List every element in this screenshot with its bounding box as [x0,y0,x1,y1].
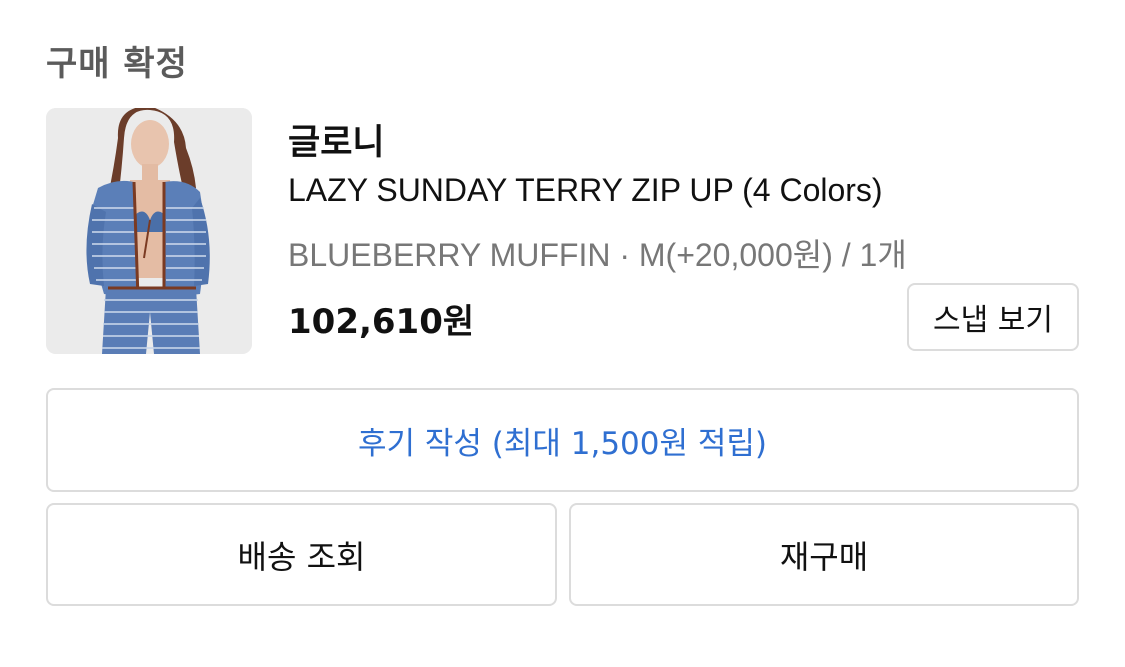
snap-view-label: 스냅 보기 [933,303,1053,338]
snap-view-button[interactable]: 스냅 보기 [907,283,1079,351]
product-price: 102,610원 [288,302,475,342]
track-delivery-label: 배송 조회 [237,537,366,576]
product-image[interactable] [46,108,252,354]
write-review-button[interactable]: 후기 작성 (최대 1,500원 적립) [46,388,1079,492]
product-photo-icon [46,108,252,354]
order-card: 구매 확정 글로니 LAZY SUNDAY TERRY ZIP UP (4 Co… [0,0,1125,667]
rebuy-button[interactable]: 재구매 [569,503,1079,606]
order-status-title: 구매 확정 [46,44,188,84]
rebuy-label: 재구매 [779,537,869,576]
write-review-label: 후기 작성 (최대 1,500원 적립) [357,425,768,462]
track-delivery-button[interactable]: 배송 조회 [46,503,557,606]
product-option: BLUEBERRY MUFFIN · M(+20,000원) / 1개 [288,237,907,273]
product-brand[interactable]: 글로니 [288,114,385,165]
product-name[interactable]: LAZY SUNDAY TERRY ZIP UP (4 Colors) [288,172,883,209]
